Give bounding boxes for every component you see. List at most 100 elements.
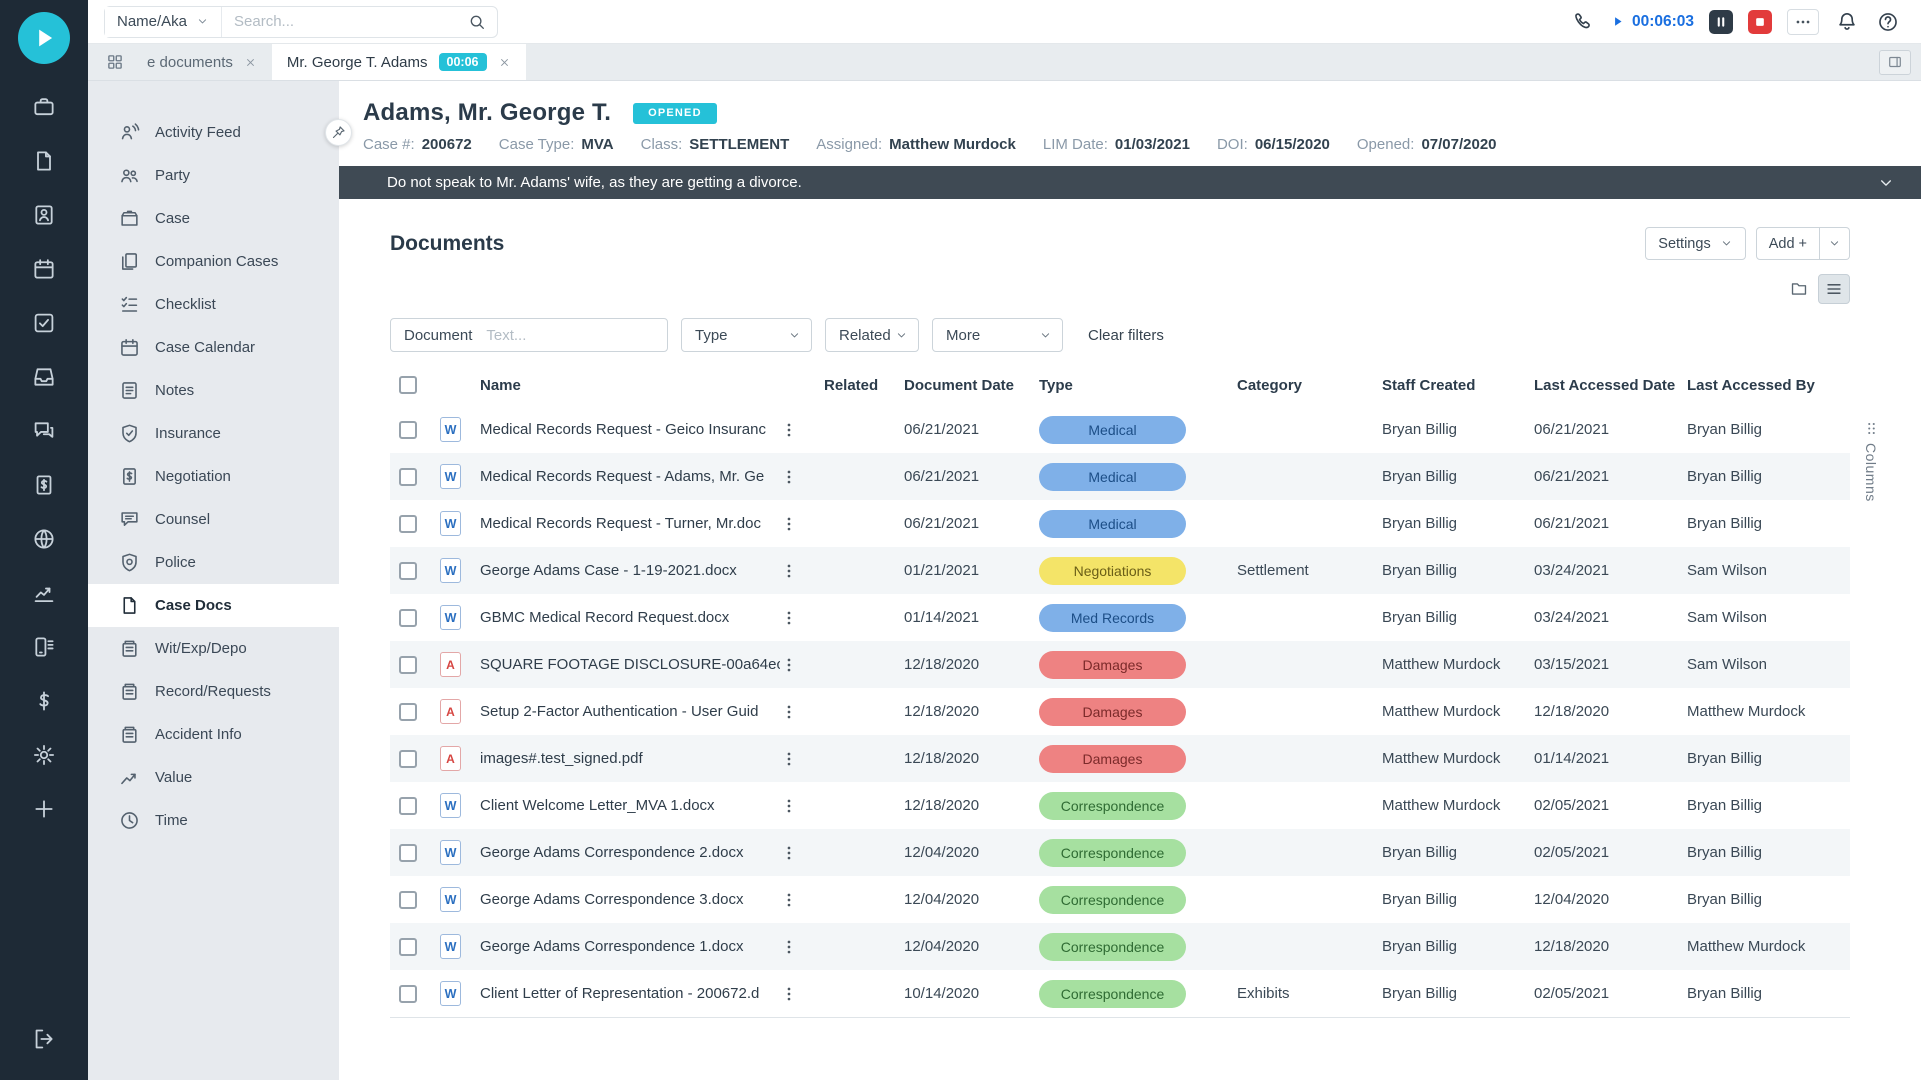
type-filter-select[interactable]: Type <box>681 318 812 352</box>
row-menu-button[interactable] <box>780 844 798 862</box>
timer-play-icon[interactable] <box>1610 14 1625 29</box>
document-name-link[interactable]: Setup 2-Factor Authentication - User Gui… <box>480 703 780 720</box>
document-name-link[interactable]: George Adams Correspondence 2.docx <box>480 844 780 861</box>
column-header-category[interactable]: Category <box>1237 377 1382 394</box>
row-checkbox[interactable] <box>399 844 417 862</box>
document-name-link[interactable]: Client Letter of Representation - 200672… <box>480 985 780 1002</box>
row-checkbox[interactable] <box>399 750 417 768</box>
column-header-last-accessed-by[interactable]: Last Accessed By <box>1687 377 1849 394</box>
close-icon[interactable] <box>498 56 511 69</box>
row-menu-button[interactable] <box>780 750 798 768</box>
row-menu-button[interactable] <box>780 562 798 580</box>
rail-inbox-button[interactable] <box>21 350 67 404</box>
sidebar-item[interactable]: Police <box>88 541 339 584</box>
column-header-last-accessed-date[interactable]: Last Accessed Date <box>1534 377 1687 394</box>
document-text-filter-input[interactable] <box>476 327 667 344</box>
rail-logout-button[interactable] <box>21 1012 67 1066</box>
search-scope-button[interactable]: Name/Aka <box>105 7 222 37</box>
rail-reports-button[interactable] <box>21 566 67 620</box>
more-actions-button[interactable] <box>1787 9 1819 35</box>
table-row[interactable]: George Adams Correspondence 1.docx 12/04… <box>390 923 1850 970</box>
row-menu-button[interactable] <box>780 703 798 721</box>
table-row[interactable]: Client Letter of Representation - 200672… <box>390 970 1850 1017</box>
rail-tasks-button[interactable] <box>21 296 67 350</box>
row-checkbox[interactable] <box>399 609 417 627</box>
phone-button[interactable] <box>1569 9 1595 35</box>
document-name-link[interactable]: Client Welcome Letter_MVA 1.docx <box>480 797 780 814</box>
select-all-checkbox[interactable] <box>399 376 417 394</box>
row-menu-button[interactable] <box>780 985 798 1003</box>
search-button[interactable] <box>457 7 497 37</box>
table-row[interactable]: Medical Records Request - Turner, Mr.doc… <box>390 500 1850 547</box>
table-row[interactable]: George Adams Correspondence 2.docx 12/04… <box>390 829 1850 876</box>
settings-button[interactable]: Settings <box>1645 227 1745 260</box>
sidebar-item[interactable]: Notes <box>88 369 339 412</box>
sidebar-item[interactable]: Record/Requests <box>88 670 339 713</box>
document-name-link[interactable]: GBMC Medical Record Request.docx <box>480 609 780 626</box>
table-row[interactable]: GBMC Medical Record Request.docx 01/14/2… <box>390 594 1850 641</box>
row-menu-button[interactable] <box>780 891 798 909</box>
search-input[interactable] <box>222 13 457 30</box>
table-row[interactable]: images#.test_signed.pdf 12/18/2020 Damag… <box>390 735 1850 782</box>
sidebar-item[interactable]: Checklist <box>88 283 339 326</box>
row-menu-button[interactable] <box>780 797 798 815</box>
add-menu-button[interactable] <box>1820 227 1850 260</box>
table-row[interactable]: Medical Records Request - Adams, Mr. Ge … <box>390 453 1850 500</box>
rail-add-button[interactable] <box>21 782 67 836</box>
panel-toggle-button[interactable] <box>1879 50 1911 75</box>
list-view-button[interactable] <box>1818 274 1850 304</box>
sidebar-item[interactable]: Value <box>88 756 339 799</box>
sidebar-item[interactable]: Counsel <box>88 498 339 541</box>
sidebar-item[interactable]: Case Docs <box>88 584 339 627</box>
row-menu-button[interactable] <box>780 656 798 674</box>
tab-documents[interactable]: e documents <box>132 44 272 80</box>
sidebar-pin-button[interactable] <box>325 119 352 146</box>
document-name-link[interactable]: images#.test_signed.pdf <box>480 750 780 767</box>
document-name-link[interactable]: Medical Records Request - Turner, Mr.doc <box>480 515 780 532</box>
row-menu-button[interactable] <box>780 515 798 533</box>
add-button[interactable]: Add + <box>1756 227 1820 260</box>
rail-web-button[interactable] <box>21 512 67 566</box>
document-name-link[interactable]: George Adams Case - 1-19-2021.docx <box>480 562 780 579</box>
row-menu-button[interactable] <box>780 421 798 439</box>
rail-invoices-button[interactable] <box>21 458 67 512</box>
table-row[interactable]: Medical Records Request - Geico Insuranc… <box>390 406 1850 453</box>
sidebar-item[interactable]: Companion Cases <box>88 240 339 283</box>
column-header-staff-created[interactable]: Staff Created <box>1382 377 1534 394</box>
table-row[interactable]: SQUARE FOOTAGE DISCLOSURE-00a64ec 12/18/… <box>390 641 1850 688</box>
tab-case-adams[interactable]: Mr. George T. Adams 00:06 <box>272 44 526 80</box>
rail-cases-button[interactable] <box>21 80 67 134</box>
more-filter-select[interactable]: More <box>932 318 1063 352</box>
document-name-link[interactable]: George Adams Correspondence 1.docx <box>480 938 780 955</box>
rail-settings-button[interactable] <box>21 728 67 782</box>
column-header-type[interactable]: Type <box>1039 377 1237 394</box>
related-filter-select[interactable]: Related <box>825 318 919 352</box>
row-menu-button[interactable] <box>780 609 798 627</box>
sidebar-item[interactable]: Time <box>88 799 339 842</box>
tab-grid-button[interactable] <box>98 44 132 80</box>
row-checkbox[interactable] <box>399 938 417 956</box>
row-checkbox[interactable] <box>399 515 417 533</box>
table-row[interactable]: Setup 2-Factor Authentication - User Gui… <box>390 688 1850 735</box>
pause-button[interactable] <box>1709 10 1733 34</box>
stop-button[interactable] <box>1748 10 1772 34</box>
sidebar-item[interactable]: Party <box>88 154 339 197</box>
document-name-link[interactable]: SQUARE FOOTAGE DISCLOSURE-00a64ec <box>480 656 780 673</box>
column-header-related[interactable]: Related <box>824 377 904 394</box>
document-name-link[interactable]: Medical Records Request - Geico Insuranc <box>480 421 780 438</box>
rail-phonelog-button[interactable] <box>21 620 67 674</box>
sidebar-item[interactable]: Wit/Exp/Depo <box>88 627 339 670</box>
close-icon[interactable] <box>244 56 257 69</box>
table-row[interactable]: George Adams Case - 1-19-2021.docx 01/21… <box>390 547 1850 594</box>
row-checkbox[interactable] <box>399 421 417 439</box>
rail-messages-button[interactable] <box>21 404 67 458</box>
row-checkbox[interactable] <box>399 703 417 721</box>
app-logo-button[interactable] <box>18 12 70 64</box>
sidebar-item[interactable]: Accident Info <box>88 713 339 756</box>
document-name-link[interactable]: Medical Records Request - Adams, Mr. Ge <box>480 468 780 485</box>
columns-handle[interactable]: Columns <box>1863 421 1879 502</box>
help-button[interactable] <box>1875 9 1901 35</box>
rail-documents-button[interactable] <box>21 134 67 188</box>
sidebar-item[interactable]: Negotiation <box>88 455 339 498</box>
sidebar-item[interactable]: Insurance <box>88 412 339 455</box>
